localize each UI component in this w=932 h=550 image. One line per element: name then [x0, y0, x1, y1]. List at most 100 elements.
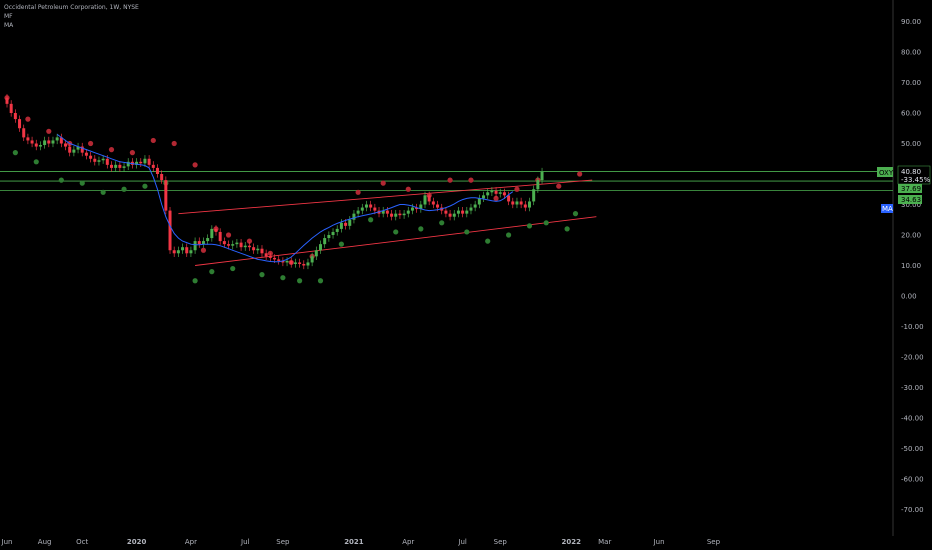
x-tick-label: Aug	[38, 538, 52, 546]
mf-dot	[439, 220, 445, 226]
candle-body	[390, 213, 394, 217]
price-change: -33.45%	[901, 176, 931, 184]
candle-body	[147, 158, 151, 165]
candle-body	[252, 247, 256, 251]
candle-body	[47, 140, 51, 144]
mf-dot	[464, 229, 470, 235]
candle-body	[519, 201, 523, 205]
candle-body	[68, 146, 72, 153]
mf-dot	[192, 278, 198, 284]
mf-dot	[447, 177, 453, 183]
mf-dot	[355, 189, 361, 195]
candle-body	[197, 241, 201, 245]
candle-body	[339, 222, 343, 229]
y-tick-label: -60.00	[901, 476, 924, 484]
mf-dot	[129, 150, 135, 156]
candle-body	[394, 213, 398, 217]
candle-body	[490, 190, 494, 193]
mf-dot	[514, 186, 520, 192]
candle-body	[143, 158, 147, 164]
candle-body	[406, 210, 410, 214]
x-tick-label: Apr	[185, 538, 197, 546]
mf-dot	[225, 232, 232, 238]
candle-body	[352, 213, 356, 220]
x-tick-label: Jun	[1, 538, 13, 546]
candle-body	[101, 158, 105, 161]
x-tick-label: Sep	[276, 538, 290, 546]
mf-dot	[468, 177, 474, 183]
mf-dot	[280, 275, 286, 281]
candle-body	[431, 201, 435, 205]
candle-body	[285, 260, 289, 263]
candle-body	[5, 97, 9, 104]
candle-body	[398, 213, 402, 216]
y-tick-label: -30.00	[901, 384, 924, 392]
candle-body	[502, 192, 506, 196]
y-tick-label: 50.00	[901, 140, 921, 148]
mf-dot	[192, 162, 198, 168]
candle-body	[373, 207, 377, 211]
candle-body	[256, 248, 260, 251]
candle-body	[306, 262, 310, 266]
candle-body	[456, 210, 460, 214]
candle-body	[201, 241, 205, 245]
candle-body	[344, 222, 348, 226]
y-tick-label: 60.00	[901, 110, 921, 118]
candle-body	[473, 204, 477, 208]
mf-dot	[405, 186, 411, 192]
candle-body	[181, 247, 185, 251]
candle-body	[185, 247, 189, 254]
candle-body	[356, 210, 360, 214]
y-tick-label: 90.00	[901, 18, 921, 26]
mf-dot	[418, 226, 424, 232]
mf-dot	[58, 177, 64, 183]
candle-body	[369, 204, 373, 208]
candle-body	[298, 262, 302, 264]
candle-body	[331, 231, 335, 235]
candle-body	[247, 245, 251, 248]
candle-body	[222, 241, 226, 245]
mf-dot	[380, 180, 386, 186]
candle-body	[22, 128, 26, 138]
candle-body	[97, 160, 101, 162]
x-tick-label: Sep	[707, 538, 721, 546]
candle-body	[260, 248, 264, 254]
mf-dot	[46, 128, 52, 134]
level2-tag: 34.63	[901, 196, 921, 204]
candle-body	[9, 103, 13, 113]
candle-body	[540, 171, 544, 181]
mf-dot	[564, 226, 570, 232]
candle-body	[214, 228, 218, 232]
candle-body	[482, 195, 486, 199]
mf-dot	[142, 183, 148, 189]
x-tick-label: Sep	[494, 538, 508, 546]
mf-dot	[506, 232, 512, 238]
candle-body	[410, 207, 414, 211]
candle-body	[273, 257, 277, 260]
candle-body	[465, 210, 469, 214]
price-chart[interactable]: 90.0080.0070.0060.0050.0040.0030.0020.00…	[0, 0, 932, 550]
candle-body	[72, 149, 76, 153]
candle-body	[469, 207, 473, 211]
y-tick-label: 80.00	[901, 49, 921, 57]
candle-body	[461, 210, 465, 214]
mf-dot	[12, 150, 18, 156]
candle-body	[84, 152, 88, 156]
candle-body	[536, 180, 540, 190]
candle-body	[314, 250, 318, 257]
candle-body	[18, 119, 22, 129]
candle-body	[423, 195, 427, 205]
x-tick-label: Oct	[76, 538, 88, 546]
mf-dot	[150, 137, 156, 144]
candle-body	[477, 198, 481, 205]
y-tick-label: 0.00	[901, 293, 917, 301]
candle-body	[532, 189, 536, 202]
mf-dot	[526, 223, 533, 229]
x-tick-label: Jul	[457, 538, 467, 546]
candle-body	[38, 145, 42, 147]
candle-body	[319, 244, 322, 251]
candle-body	[139, 161, 143, 164]
ma-tag: MA	[882, 205, 893, 213]
candle-body	[206, 238, 210, 242]
x-tick-label: Jun	[653, 538, 665, 546]
